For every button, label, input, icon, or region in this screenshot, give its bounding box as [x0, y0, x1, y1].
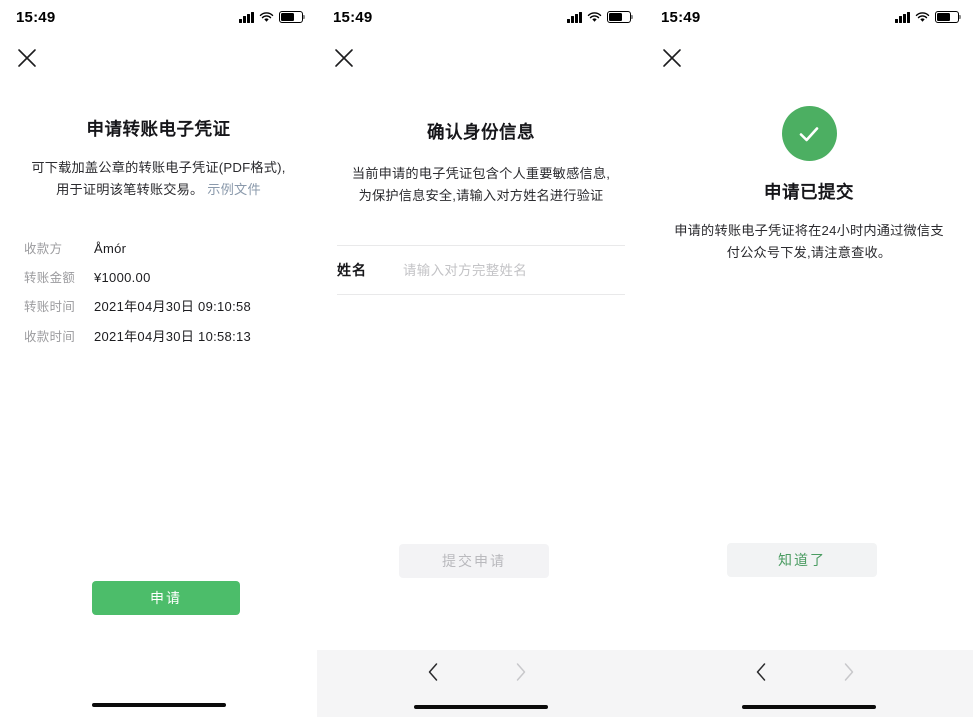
- page-subtitle: 可下载加盖公章的转账电子凭证(PDF格式), 用于证明该笔转账交易。 示例文件: [25, 157, 293, 201]
- info-label: 转账金额: [24, 270, 76, 285]
- battery-icon: [279, 11, 306, 23]
- name-label: 姓名: [337, 262, 367, 278]
- acknowledge-button[interactable]: 知道了: [727, 543, 877, 577]
- identity-form: 姓名: [317, 245, 645, 295]
- subtitle-line-1: 当前申请的电子凭证包含个人重要敏感信息,: [351, 166, 611, 181]
- info-label: 转账时间: [24, 300, 76, 314]
- nav-back-button[interactable]: [750, 661, 772, 683]
- sample-file-link[interactable]: 示例文件: [207, 182, 261, 197]
- page-subtitle: 申请的转账电子凭证将在24小时内通过微信支 付公众号下发,请注意查收。: [663, 220, 955, 264]
- screen-application-submitted: 15:49 申请已提交 申请的转账电子凭证将在24小时内通过微信支 付公众号下发…: [645, 0, 973, 717]
- status-time: 15:49: [661, 8, 701, 26]
- page-title: 确认身份信息: [427, 122, 535, 142]
- info-value: 2021年04月30日 10:58:13: [94, 328, 252, 344]
- wifi-icon: [915, 11, 930, 22]
- table-row: 转账金额 ¥1000.00: [24, 268, 317, 286]
- subtitle-line-1: 申请的转账电子凭证将在24小时内通过微信支: [674, 223, 944, 238]
- subtitle-line-2: 用于证明该笔转账交易。: [56, 182, 204, 197]
- info-value: 2021年04月30日 09:10:58: [94, 299, 252, 314]
- signal-icon: [567, 11, 582, 23]
- divider: [337, 294, 625, 295]
- subtitle-line-2: 付公众号下发,请注意查收。: [726, 245, 892, 260]
- screen1-content: 申请转账电子凭证 可下载加盖公章的转账电子凭证(PDF格式), 用于证明该笔转账…: [0, 34, 317, 717]
- signal-icon: [239, 11, 254, 23]
- nav-buttons: [422, 661, 532, 683]
- browser-nav-bar: [645, 650, 973, 717]
- home-indicator: [742, 704, 876, 709]
- status-icons: [895, 11, 962, 23]
- nav-back-button[interactable]: [422, 661, 444, 683]
- status-time: 15:49: [333, 8, 373, 26]
- page-title: 申请转账电子凭证: [86, 119, 231, 139]
- status-icons: [567, 11, 634, 23]
- name-field-row: 姓名: [317, 246, 645, 294]
- transfer-info-list: 收款方 Åmór 转账金额 ¥1000.00 转账时间 2021年04月30日 …: [0, 239, 317, 345]
- info-label: 收款时间: [24, 329, 76, 344]
- screen2-content: 确认身份信息 当前申请的电子凭证包含个人重要敏感信息, 为保护信息安全,请输入对…: [317, 34, 645, 717]
- screen-confirm-identity: 15:49 确认身份信息 当前申请的电子凭证包含个人重要敏感信息, 为保护信息安…: [317, 0, 645, 717]
- info-value: ¥1000.00: [94, 269, 151, 285]
- home-indicator: [91, 702, 226, 707]
- wifi-icon: [259, 11, 274, 22]
- signal-icon: [895, 11, 910, 23]
- name-input[interactable]: [403, 262, 625, 278]
- status-bar: 15:49: [317, 0, 645, 34]
- table-row: 收款时间 2021年04月30日 10:58:13: [24, 326, 317, 345]
- table-row: 收款方 Åmór: [24, 239, 317, 257]
- nav-forward-button: [510, 661, 532, 683]
- status-time: 15:49: [16, 8, 56, 26]
- submit-application-button[interactable]: 提交申请: [399, 544, 549, 578]
- status-icons: [239, 11, 306, 23]
- screen-apply-voucher: 15:49 申请转账电子凭证 可下载加盖公章的转账电子凭证(PDF格式), 用于…: [0, 0, 317, 717]
- info-label: 收款方: [24, 242, 63, 256]
- info-value: Åmór: [94, 241, 127, 256]
- battery-icon: [935, 11, 962, 23]
- subtitle-line-2: 为保护信息安全,请输入对方姓名进行验证: [358, 188, 604, 203]
- status-bar: 15:49: [645, 0, 973, 34]
- table-row: 转账时间 2021年04月30日 09:10:58: [24, 296, 317, 315]
- apply-button[interactable]: 申请: [92, 581, 240, 615]
- status-bar: 15:49: [0, 0, 317, 34]
- page-subtitle: 当前申请的电子凭证包含个人重要敏感信息, 为保护信息安全,请输入对方姓名进行验证: [336, 163, 626, 207]
- nav-forward-button: [838, 661, 860, 683]
- browser-nav-bar: [317, 650, 645, 717]
- home-indicator: [414, 704, 548, 709]
- nav-buttons: [750, 661, 860, 683]
- screenshot-panels: 15:49 申请转账电子凭证 可下载加盖公章的转账电子凭证(PDF格式), 用于…: [0, 0, 973, 717]
- wifi-icon: [587, 11, 602, 22]
- battery-icon: [607, 11, 634, 23]
- check-circle-icon: [781, 106, 837, 161]
- subtitle-line-1: 可下载加盖公章的转账电子凭证(PDF格式),: [31, 160, 286, 175]
- page-title: 申请已提交: [764, 182, 854, 202]
- screen3-content: 申请已提交 申请的转账电子凭证将在24小时内通过微信支 付公众号下发,请注意查收…: [645, 34, 973, 717]
